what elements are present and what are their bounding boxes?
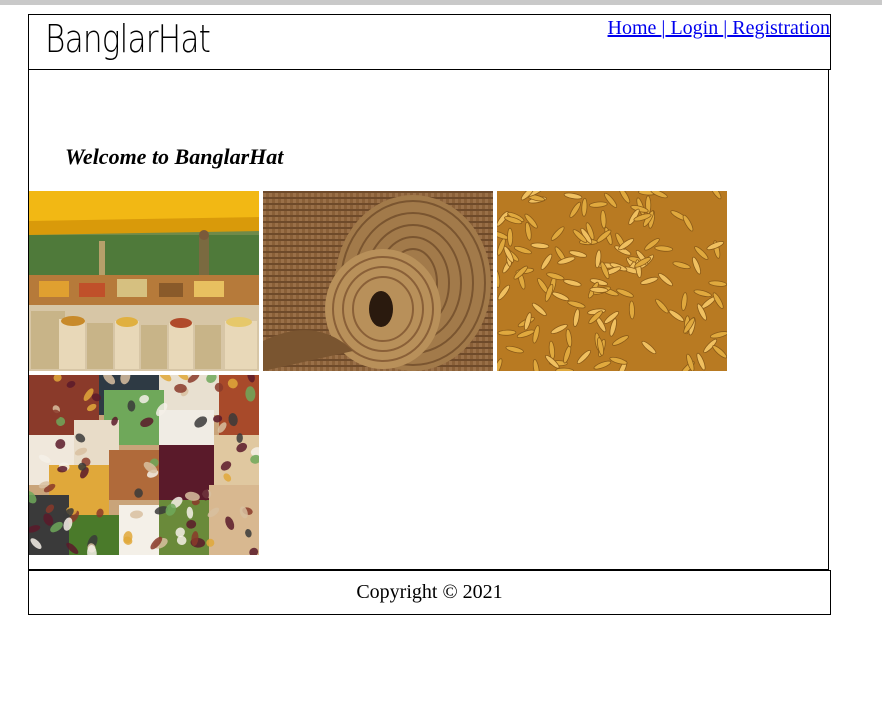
nav-registration-link[interactable]: Registration — [727, 17, 830, 39]
site-logo[interactable]: BanglarHat — [45, 17, 211, 61]
jute-spool-image — [263, 191, 493, 371]
nav-login-link[interactable]: Login — [665, 17, 723, 39]
main-nav: Home | Login | Registration — [608, 17, 830, 40]
copyright-text: Copyright © 2021 — [356, 581, 503, 603]
beans-photo — [29, 375, 259, 555]
site-footer: Copyright © 2021 — [28, 570, 831, 615]
jute-photo — [263, 191, 493, 371]
beans-lentils-image — [29, 375, 259, 555]
site-header: BanglarHat Home | Login | Registration — [28, 14, 831, 70]
rice-grains-image — [497, 191, 727, 371]
browser-top-edge — [0, 0, 882, 5]
nav-home-link[interactable]: Home — [608, 17, 662, 39]
market-stall-image — [29, 191, 259, 371]
market-photo — [29, 191, 259, 371]
paddy-photo — [497, 191, 727, 371]
welcome-heading: Welcome to BanglarHat — [65, 144, 284, 169]
